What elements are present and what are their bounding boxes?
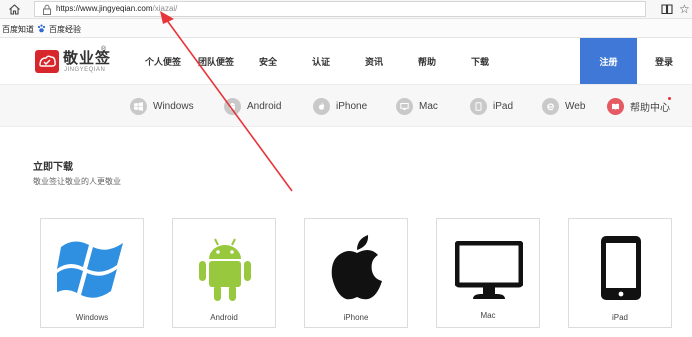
annotation-arrow	[160, 11, 293, 192]
